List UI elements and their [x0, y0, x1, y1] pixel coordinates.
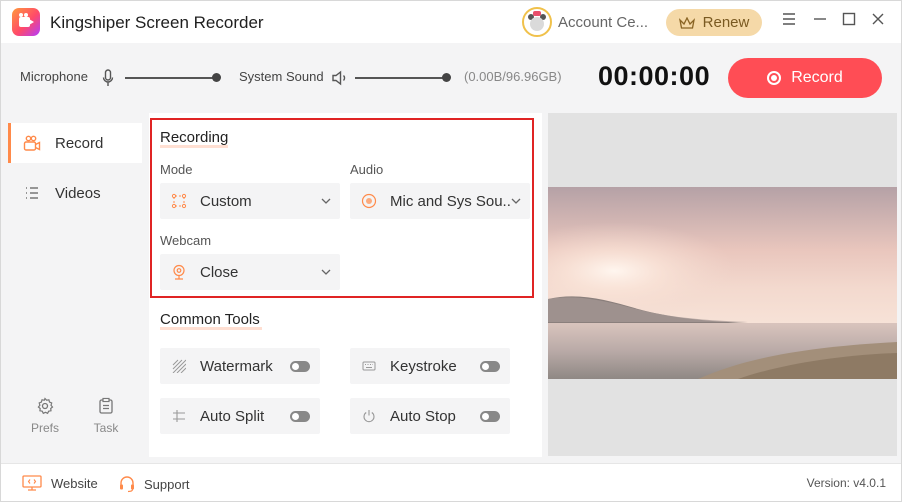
- recording-section-title: Recording: [160, 129, 229, 148]
- close-icon[interactable]: [869, 12, 887, 30]
- support-label: Support: [144, 476, 190, 492]
- website-icon: [22, 475, 42, 491]
- app-window: Kingshiper Screen Recorder Account Ce...…: [0, 0, 902, 502]
- speaker-icon[interactable]: [331, 69, 349, 87]
- task-label: Task: [93, 421, 119, 435]
- tool-label: Auto Stop: [390, 407, 456, 425]
- sidebar-item-task[interactable]: Task: [86, 397, 126, 435]
- mode-label: Mode: [160, 162, 193, 177]
- chevron-down-icon: [511, 195, 523, 207]
- record-icon: [767, 71, 782, 85]
- watermark-icon: [172, 359, 187, 374]
- mode-value: Custom: [200, 192, 252, 210]
- webcam-icon: [171, 264, 187, 280]
- common-tools-title: Common Tools: [160, 311, 262, 330]
- microphone-slider-handle[interactable]: [212, 73, 221, 82]
- tool-label: Auto Split: [200, 407, 265, 425]
- prefs-label: Prefs: [30, 421, 59, 435]
- webcam-select[interactable]: Close: [160, 254, 340, 290]
- version-label: Version: v4.0.1: [806, 476, 886, 490]
- gear-icon: [36, 397, 54, 415]
- recording-timer: 00:00:00: [598, 61, 711, 91]
- record-button-label: Record: [791, 69, 843, 86]
- tool-auto-stop[interactable]: Auto Stop: [350, 398, 510, 434]
- preview-image: [548, 187, 897, 379]
- audio-select[interactable]: Mic and Sys Sou...: [350, 183, 530, 219]
- auto-stop-toggle[interactable]: [480, 410, 500, 422]
- custom-region-icon: [171, 193, 187, 209]
- microphone-icon[interactable]: [102, 69, 114, 87]
- website-link[interactable]: Website: [22, 475, 98, 491]
- storage-indicator: (0.00B/96.96GB): [464, 69, 562, 84]
- title-bar: Kingshiper Screen Recorder Account Ce...…: [1, 1, 901, 43]
- sidebar-item-label: Videos: [55, 184, 101, 202]
- keyboard-icon: [362, 359, 376, 373]
- list-icon: [23, 184, 41, 202]
- audio-label: Audio: [350, 162, 384, 177]
- tool-label: Watermark: [200, 357, 273, 375]
- audio-source-icon: [361, 193, 377, 209]
- auto-split-toggle[interactable]: [290, 410, 310, 422]
- tool-label: Keystroke: [390, 357, 457, 375]
- webcam-value: Close: [200, 263, 239, 281]
- support-link[interactable]: Support: [118, 475, 190, 493]
- sidebar: Record Videos Prefs Task: [1, 113, 143, 457]
- footer: Website Support Version: v4.0.1: [1, 463, 901, 501]
- account-center[interactable]: Account Ce...: [522, 7, 648, 37]
- mode-select[interactable]: Custom: [160, 183, 340, 219]
- crown-icon: [678, 16, 695, 29]
- sidebar-item-prefs[interactable]: Prefs: [25, 397, 65, 435]
- website-label: Website: [51, 475, 98, 491]
- system-sound-slider[interactable]: [355, 77, 447, 79]
- power-icon: [362, 409, 376, 423]
- split-icon: [172, 409, 186, 423]
- audio-value: Mic and Sys Sou...: [390, 192, 511, 210]
- menu-icon[interactable]: [780, 12, 798, 30]
- tool-keystroke[interactable]: Keystroke: [350, 348, 510, 384]
- sidebar-item-label: Record: [55, 134, 104, 152]
- clipboard-icon: [97, 397, 115, 415]
- microphone-slider[interactable]: [125, 77, 217, 79]
- renew-label: Renew: [702, 14, 750, 31]
- watermark-toggle[interactable]: [290, 360, 310, 372]
- chevron-down-icon: [321, 195, 333, 207]
- avatar-icon: [522, 7, 552, 37]
- camera-icon: [23, 134, 41, 152]
- renew-button[interactable]: Renew: [666, 9, 762, 36]
- record-button[interactable]: Record: [728, 58, 882, 98]
- headset-icon: [118, 475, 136, 493]
- sidebar-item-record[interactable]: Record: [8, 123, 142, 163]
- minimize-icon[interactable]: [811, 12, 829, 30]
- microphone-label: Microphone: [20, 69, 88, 84]
- maximize-icon[interactable]: [840, 12, 858, 30]
- webcam-label: Webcam: [160, 233, 212, 248]
- keystroke-toggle[interactable]: [480, 360, 500, 372]
- account-label: Account Ce...: [558, 13, 648, 31]
- sidebar-item-videos[interactable]: Videos: [11, 173, 145, 213]
- app-logo-icon: [12, 8, 40, 36]
- app-title: Kingshiper Screen Recorder: [50, 13, 264, 32]
- tool-auto-split[interactable]: Auto Split: [160, 398, 320, 434]
- chevron-down-icon: [321, 266, 333, 278]
- system-sound-label: System Sound: [239, 69, 324, 84]
- tool-watermark[interactable]: Watermark: [160, 348, 320, 384]
- system-sound-slider-handle[interactable]: [442, 73, 451, 82]
- preview-area: [548, 113, 897, 456]
- control-bar: Microphone System Sound (0.00B/96.96GB) …: [1, 43, 901, 113]
